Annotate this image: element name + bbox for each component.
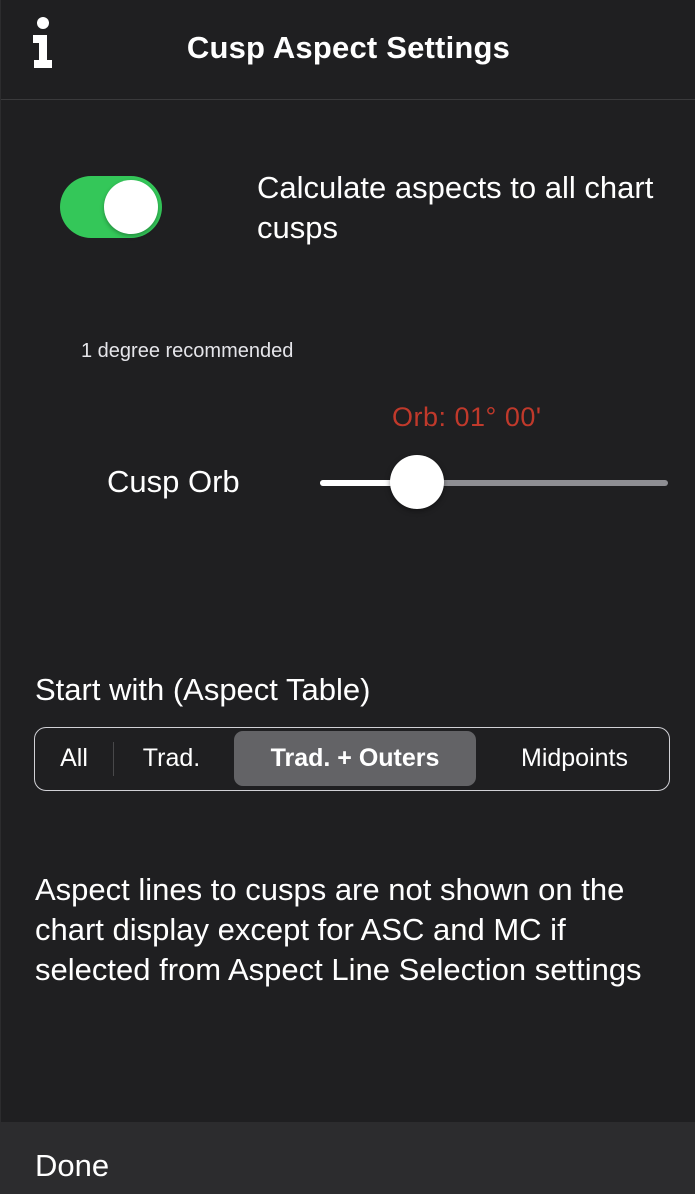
toggle-knob bbox=[104, 180, 158, 234]
calculate-cusps-toggle[interactable] bbox=[60, 176, 162, 238]
cusp-orb-slider[interactable] bbox=[320, 455, 668, 509]
cusp-aspect-settings-panel: Cusp Aspect Settings Calculate aspects t… bbox=[0, 0, 695, 1194]
aspect-table-label: Start with (Aspect Table) bbox=[35, 672, 371, 707]
header: Cusp Aspect Settings bbox=[1, 0, 695, 100]
slider-thumb[interactable] bbox=[390, 455, 445, 509]
orb-value-readout: Orb: 01° 00' bbox=[392, 402, 542, 432]
aspect-lines-note: Aspect lines to cusps are not shown on t… bbox=[35, 872, 642, 987]
segment-trad[interactable]: Trad. bbox=[114, 728, 229, 789]
aspect-table-segmented-control: All Trad. Trad. + Outers Midpoints bbox=[34, 727, 670, 791]
cusp-orb-label: Cusp Orb bbox=[107, 464, 240, 499]
orb-hint: 1 degree recommended bbox=[81, 340, 294, 362]
calculate-cusps-label: Calculate aspects to all chart cusps bbox=[257, 170, 654, 245]
done-button[interactable]: Done bbox=[35, 1148, 109, 1184]
segment-all[interactable]: All bbox=[35, 728, 113, 789]
segment-midpoints[interactable]: Midpoints bbox=[481, 728, 668, 789]
segment-trad-outers[interactable]: Trad. + Outers bbox=[234, 731, 476, 786]
page-title: Cusp Aspect Settings bbox=[186, 30, 511, 65]
